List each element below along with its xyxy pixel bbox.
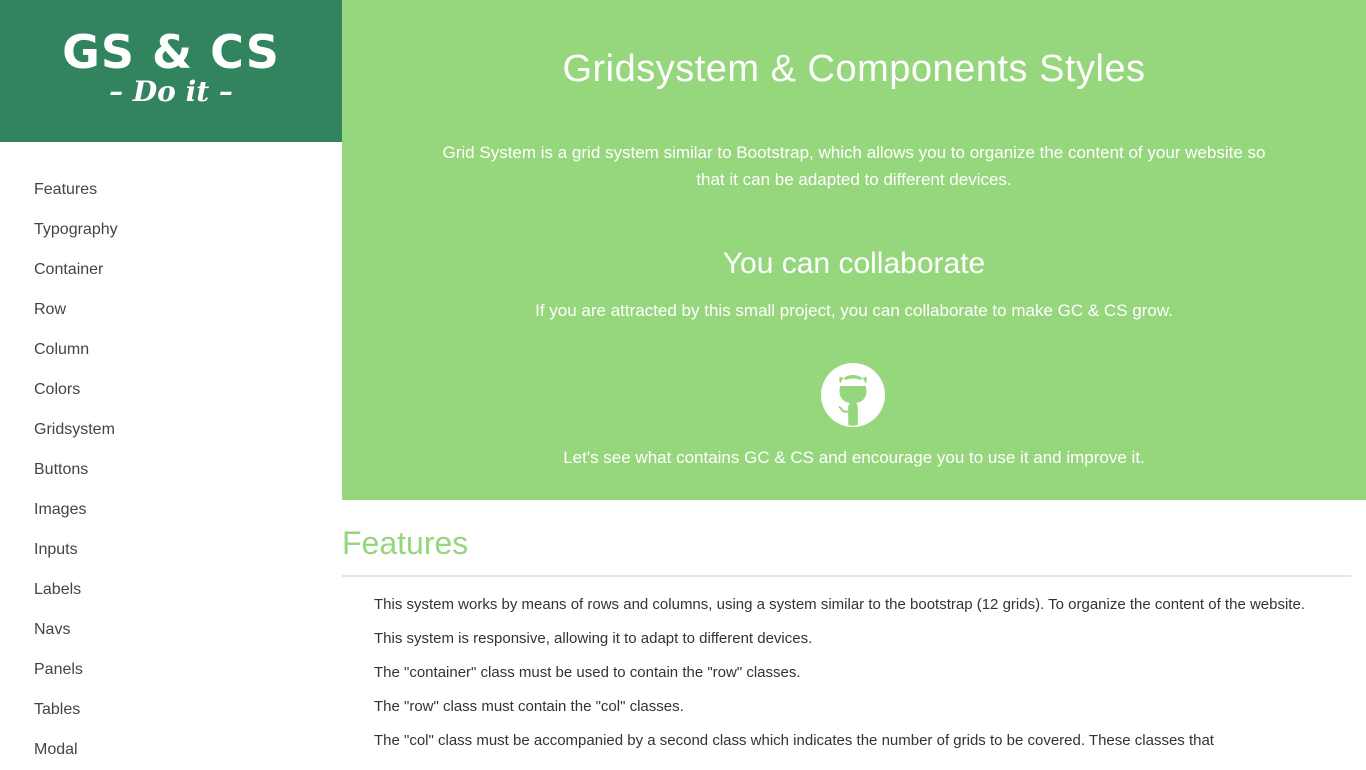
features-paragraph: This system is responsive, allowing it t… (374, 630, 813, 647)
sidebar-item-images[interactable]: Images (0, 490, 342, 530)
lets-see-text: Let's see what contains GC & CS and enco… (563, 448, 1145, 467)
logo-subtitle: – Do it – (109, 75, 233, 108)
hero-section: Gridsystem & Components Styles Grid Syst… (342, 0, 1366, 500)
sidebar-item-panels[interactable]: Panels (0, 650, 342, 690)
sidebar-item-gridsystem[interactable]: Gridsystem (0, 410, 342, 450)
logo[interactable]: GS & CS – Do it – (0, 0, 342, 142)
sidebar-item-column[interactable]: Column (0, 330, 342, 370)
main-content: Gridsystem & Components Styles Grid Syst… (342, 0, 1366, 768)
features-heading: Features (342, 525, 469, 561)
features-paragraph: The "container" class must be used to co… (374, 664, 801, 681)
divider (342, 575, 1351, 577)
sidebar-item-container[interactable]: Container (0, 250, 342, 290)
sidebar-item-features[interactable]: Features (0, 170, 342, 210)
sidebar-item-modal[interactable]: Modal (0, 730, 342, 770)
sidebar-item-typography[interactable]: Typography (0, 210, 342, 250)
page-title: Gridsystem & Components Styles (562, 48, 1146, 90)
collab-text: If you are attracted by this small proje… (535, 301, 1173, 320)
sidebar-item-inputs[interactable]: Inputs (0, 530, 342, 570)
sidebar-item-colors[interactable]: Colors (0, 370, 342, 410)
logo-title: GS & CS (62, 25, 280, 79)
features-paragraph: The "row" class must contain the "col" c… (374, 698, 684, 715)
sidebar-nav: Features Typography Container Row Column… (0, 170, 342, 770)
hero-intro: Grid System is a grid system similar to … (442, 143, 1266, 189)
github-icon[interactable] (821, 363, 885, 427)
features-content: This system works by means of rows and c… (374, 593, 1334, 763)
sidebar-item-labels[interactable]: Labels (0, 570, 342, 610)
sidebar: GS & CS – Do it – Features Typography Co… (0, 0, 342, 768)
sidebar-item-row[interactable]: Row (0, 290, 342, 330)
features-paragraph: This system works by means of rows and c… (374, 596, 1305, 613)
collab-title: You can collaborate (722, 247, 986, 280)
features-paragraph: The "col" class must be accompanied by a… (374, 732, 1214, 749)
sidebar-item-tables[interactable]: Tables (0, 690, 342, 730)
sidebar-item-buttons[interactable]: Buttons (0, 450, 342, 490)
sidebar-item-navs[interactable]: Navs (0, 610, 342, 650)
